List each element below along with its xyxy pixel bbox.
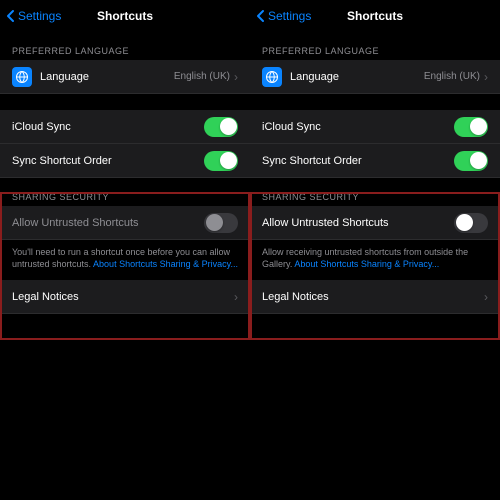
legal-notices-label: Legal Notices bbox=[262, 291, 329, 303]
row-sync-order[interactable]: Sync Shortcut Order bbox=[250, 144, 500, 178]
globe-icon bbox=[12, 67, 32, 87]
row-legal-notices[interactable]: Legal Notices › bbox=[0, 280, 250, 314]
icloud-sync-toggle[interactable] bbox=[454, 117, 488, 137]
row-language[interactable]: Language English (UK) › bbox=[250, 60, 500, 94]
chevron-right-icon: › bbox=[234, 290, 238, 304]
privacy-link[interactable]: About Shortcuts Sharing & Privacy... bbox=[294, 259, 439, 269]
icloud-sync-toggle[interactable] bbox=[204, 117, 238, 137]
allow-untrusted-label: Allow Untrusted Shortcuts bbox=[262, 217, 389, 229]
chevron-right-icon: › bbox=[484, 290, 488, 304]
chevron-left-icon bbox=[256, 9, 266, 23]
security-footer: You'll need to run a shortcut once befor… bbox=[0, 240, 250, 280]
chevron-left-icon bbox=[6, 9, 16, 23]
sync-order-label: Sync Shortcut Order bbox=[12, 155, 112, 167]
section-header-security: SHARING SECURITY bbox=[0, 178, 250, 206]
icloud-sync-label: iCloud Sync bbox=[12, 121, 71, 133]
row-allow-untrusted: Allow Untrusted Shortcuts bbox=[0, 206, 250, 240]
left-screenshot: Settings Shortcuts PREFERRED LANGUAGE La… bbox=[0, 0, 250, 500]
language-value: English (UK) bbox=[174, 71, 230, 82]
legal-notices-label: Legal Notices bbox=[12, 291, 79, 303]
chevron-right-icon: › bbox=[484, 70, 488, 84]
row-icloud-sync[interactable]: iCloud Sync bbox=[250, 110, 500, 144]
navbar: Settings Shortcuts bbox=[250, 0, 500, 32]
sync-order-toggle[interactable] bbox=[454, 151, 488, 171]
section-header-security: SHARING SECURITY bbox=[250, 178, 500, 206]
row-language[interactable]: Language English (UK) › bbox=[0, 60, 250, 94]
row-sync-order[interactable]: Sync Shortcut Order bbox=[0, 144, 250, 178]
row-icloud-sync[interactable]: iCloud Sync bbox=[0, 110, 250, 144]
row-legal-notices[interactable]: Legal Notices › bbox=[250, 280, 500, 314]
language-label: Language bbox=[40, 71, 89, 83]
back-label: Settings bbox=[268, 9, 311, 23]
privacy-link[interactable]: About Shortcuts Sharing & Privacy... bbox=[93, 259, 238, 269]
sync-order-toggle[interactable] bbox=[204, 151, 238, 171]
sync-order-label: Sync Shortcut Order bbox=[262, 155, 362, 167]
globe-icon bbox=[262, 67, 282, 87]
navbar: Settings Shortcuts bbox=[0, 0, 250, 32]
back-label: Settings bbox=[18, 9, 61, 23]
language-label: Language bbox=[290, 71, 339, 83]
back-button[interactable]: Settings bbox=[6, 9, 61, 23]
row-allow-untrusted[interactable]: Allow Untrusted Shortcuts bbox=[250, 206, 500, 240]
back-button[interactable]: Settings bbox=[256, 9, 311, 23]
right-screenshot: Settings Shortcuts PREFERRED LANGUAGE La… bbox=[250, 0, 500, 500]
language-value: English (UK) bbox=[424, 71, 480, 82]
security-footer: Allow receiving untrusted shortcuts from… bbox=[250, 240, 500, 280]
section-header-language: PREFERRED LANGUAGE bbox=[0, 32, 250, 60]
allow-untrusted-toggle[interactable] bbox=[454, 213, 488, 233]
section-header-language: PREFERRED LANGUAGE bbox=[250, 32, 500, 60]
chevron-right-icon: › bbox=[234, 70, 238, 84]
allow-untrusted-toggle bbox=[204, 213, 238, 233]
icloud-sync-label: iCloud Sync bbox=[262, 121, 321, 133]
allow-untrusted-label: Allow Untrusted Shortcuts bbox=[12, 217, 139, 229]
